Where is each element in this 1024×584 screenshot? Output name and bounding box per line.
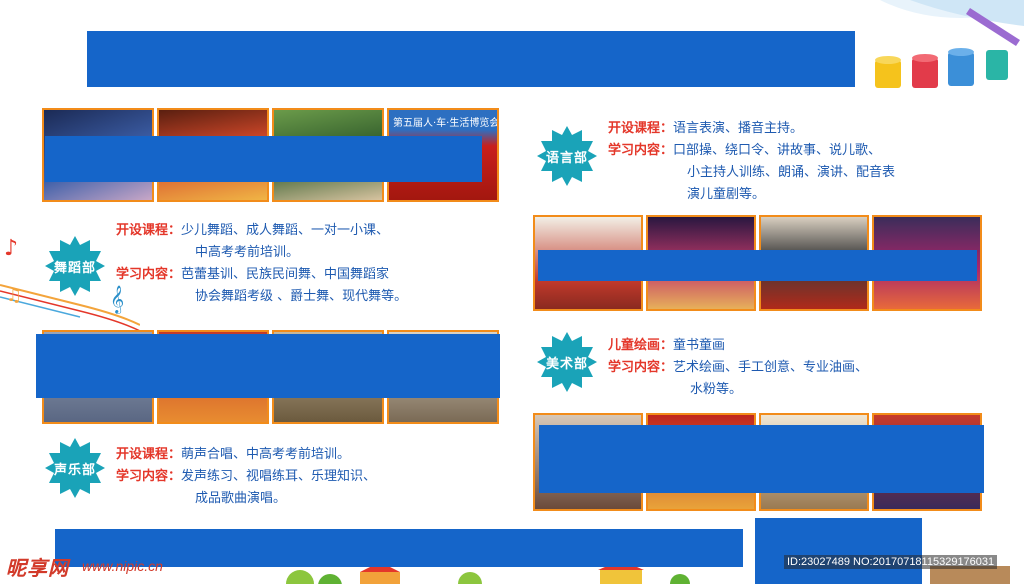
art-course-row: 儿童绘画：童书童画	[608, 335, 725, 357]
title-banner	[87, 31, 855, 87]
language-caption-redacted	[538, 250, 977, 281]
svg-text:♪: ♪	[4, 236, 18, 261]
art-study-row: 学习内容：艺术绘画、手工创意、专业油画、	[608, 357, 868, 379]
dance-caption-redacted	[45, 136, 482, 182]
vocal-study-row: 学习内容：发声练习、视唱练耳、乐理知识、	[116, 466, 376, 488]
art-study-line-1: 艺术绘画、手工创意、专业油画、	[673, 360, 869, 375]
dance-badge: 舞蹈部	[45, 236, 105, 296]
art-badge: 美术部	[537, 332, 597, 392]
language-badge: 语言部	[537, 126, 597, 186]
language-study-row: 学习内容：口部操、绕口令、讲故事、说儿歌、	[608, 140, 881, 162]
vocal-course-line-1: 萌声合唱、中高考考前培训。	[181, 447, 351, 462]
dance-study-line-2: 协会舞蹈考级 、爵士舞、现代舞等。	[195, 289, 408, 304]
dance-badge-label: 舞蹈部	[53, 260, 96, 276]
watermark-logo: 昵享网	[6, 558, 69, 580]
dance-course-line-1: 少儿舞蹈、成人舞蹈、一对一小课、	[181, 223, 390, 238]
vocal-study-label: 学习内容：	[116, 469, 182, 484]
dance-course-line-2: 中高考考前培训。	[195, 245, 300, 260]
language-course-line-1: 语言表演、播音主持。	[673, 121, 804, 136]
vocal-study-line-1: 发声练习、视唱练耳、乐理知识、	[181, 469, 377, 484]
language-course-row: 开设课程：语言表演、播音主持。	[608, 118, 803, 140]
language-course-label: 开设课程：	[608, 121, 674, 136]
dance-course-label: 开设课程：	[116, 223, 182, 238]
language-study-line-2: 小主持人训练、朗诵、演讲、配音表	[687, 165, 896, 180]
footer-right-redacted	[755, 518, 922, 584]
dance-course-row: 开设课程：少儿舞蹈、成人舞蹈、一对一小课、	[116, 220, 389, 242]
svg-text:♫: ♫	[6, 285, 22, 306]
vocal-course-label: 开设课程：	[116, 447, 182, 462]
art-badge-label: 美术部	[545, 356, 588, 372]
art-caption-redacted	[539, 425, 984, 493]
language-study-label: 学习内容：	[608, 143, 674, 158]
vocal-badge-label: 声乐部	[53, 462, 96, 478]
vocal-study-line-2: 成品歌曲演唱。	[195, 491, 287, 506]
vocal-caption-redacted	[36, 334, 500, 398]
art-course-label: 儿童绘画：	[608, 338, 674, 353]
watermark-url: www.nipic.cn	[82, 558, 163, 574]
language-study-line-1: 口部操、绕口令、讲故事、说儿歌、	[673, 143, 882, 158]
language-study-line-3: 演儿童剧等。	[687, 187, 766, 202]
art-study-label: 学习内容：	[608, 360, 674, 375]
art-study-line-2: 水粉等。	[690, 382, 743, 397]
dance-study-line-1: 芭蕾基训、民族民间舞、中国舞蹈家	[181, 267, 390, 282]
watermark-id: ID:23027489 NO:20170718115329176031	[784, 555, 998, 569]
vocal-badge: 声乐部	[45, 438, 105, 498]
dance-study-label: 学习内容：	[116, 267, 182, 282]
dance-study-row: 学习内容：芭蕾基训、民族民间舞、中国舞蹈家	[116, 264, 389, 286]
language-badge-label: 语言部	[545, 150, 588, 166]
svg-text:𝄞: 𝄞	[110, 285, 124, 314]
photo-banner-text: 第五届人·车·生活博览会	[393, 118, 499, 129]
art-course-line-1: 童书童画	[673, 338, 726, 353]
vocal-course-row: 开设课程：萌声合唱、中高考考前培训。	[116, 444, 350, 466]
